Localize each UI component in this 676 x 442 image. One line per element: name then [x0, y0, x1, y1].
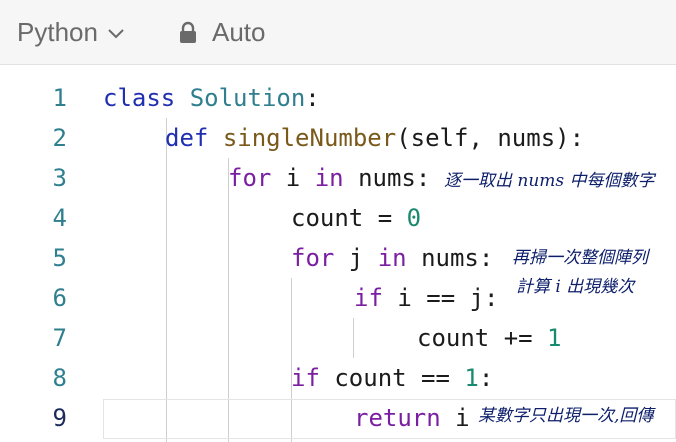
- code-text[interactable]: if count == 1:: [291, 358, 493, 398]
- lock-icon: [180, 21, 196, 43]
- mode-toggle[interactable]: Auto: [178, 17, 266, 48]
- line-number: 2: [52, 124, 67, 152]
- annotation-note-1: 逐一取出 nums 中每個數字: [444, 166, 655, 191]
- line-number: 9: [52, 404, 67, 432]
- editor-toolbar: Python Auto: [0, 0, 676, 65]
- chevron-down-icon: [108, 28, 124, 38]
- code-line[interactable]: 2 def singleNumber(self, nums):: [0, 118, 676, 158]
- language-selector[interactable]: Python: [17, 17, 126, 48]
- code-line[interactable]: 7 count += 1: [0, 318, 676, 358]
- line-number: 6: [52, 284, 67, 312]
- line-number: 3: [52, 164, 67, 192]
- code-text[interactable]: count += 1: [417, 318, 562, 358]
- code-line[interactable]: 4 count = 0: [0, 198, 676, 238]
- line-number: 4: [52, 204, 67, 232]
- code-text[interactable]: for i in nums:: [228, 158, 430, 198]
- annotation-note-3: 某數字只出現一次,回傳: [478, 401, 654, 426]
- code-text[interactable]: class Solution:: [103, 78, 320, 118]
- annotation-note-2b: 計算 i 出現幾次: [516, 272, 635, 297]
- language-label: Python: [17, 17, 98, 47]
- line-number: 7: [52, 324, 67, 352]
- code-line[interactable]: 1 class Solution:: [0, 78, 676, 118]
- code-text[interactable]: def singleNumber(self, nums):: [165, 118, 584, 158]
- mode-label: Auto: [212, 17, 266, 47]
- line-number: 8: [52, 364, 67, 392]
- code-text[interactable]: return i: [354, 398, 470, 438]
- code-line[interactable]: 8 if count == 1:: [0, 358, 676, 398]
- code-text[interactable]: for j in nums:: [291, 238, 493, 278]
- annotation-note-2a: 再掃一次整個陣列: [512, 243, 648, 268]
- code-text[interactable]: count = 0: [291, 198, 421, 238]
- line-number: 5: [52, 244, 67, 272]
- code-text[interactable]: if i == j:: [354, 278, 499, 318]
- line-number: 1: [52, 84, 67, 112]
